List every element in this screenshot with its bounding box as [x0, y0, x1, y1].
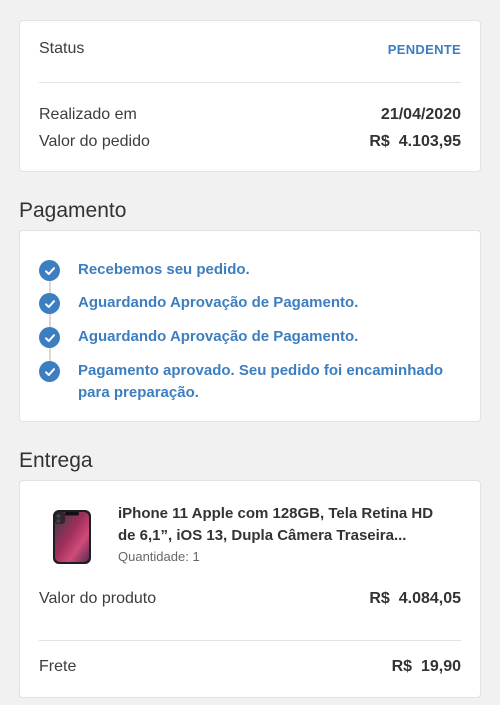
timeline-step-text: Aguardando Aprovação de Pagamento. [78, 294, 359, 311]
date-value: 21/04/2020 [380, 106, 461, 123]
payment-section-title: Pagamento [19, 199, 127, 222]
status-row: Status PENDENTE [39, 40, 461, 58]
date-label: Realizado em [39, 106, 137, 123]
delivery-card: iPhone 11 Apple com 128GB, Tela Retina H… [19, 480, 481, 698]
payment-timeline-card: Recebemos seu pedido. Aguardando Aprovaç… [19, 230, 481, 422]
timeline-step: Aguardando Aprovação de Pagamento. [39, 327, 461, 348]
order-value: R$ 4.103,95 [369, 133, 461, 150]
delivery-section-title: Entrega [19, 449, 93, 472]
date-row: Realizado em 21/04/2020 [39, 106, 461, 124]
timeline-step: Recebemos seu pedido. [39, 260, 461, 281]
timeline-step-text: Recebemos seu pedido. [78, 261, 250, 278]
timeline-step: Aguardando Aprovação de Pagamento. [39, 293, 461, 314]
product-info: iPhone 11 Apple com 128GB, Tela Retina H… [118, 503, 448, 565]
timeline-step-text: Aguardando Aprovação de Pagamento. [78, 328, 359, 345]
shipping-label: Frete [39, 658, 77, 675]
status-label: Status [39, 40, 85, 57]
shipping-value: R$ 19,90 [391, 658, 461, 675]
check-circle-icon [39, 361, 60, 382]
order-value-label: Valor do pedido [39, 133, 150, 150]
iphone-product-icon [52, 509, 92, 565]
order-value-row: Valor do pedido R$ 4.103,95 [39, 133, 461, 151]
status-badge: PENDENTE [387, 41, 461, 57]
timeline-step-text: Pagamento aprovado. Seu pedido foi encam… [78, 362, 444, 401]
timeline-step: Pagamento aprovado. Seu pedido foi encam… [39, 361, 461, 404]
product-value: R$ 4.084,05 [369, 590, 461, 607]
check-circle-icon [39, 293, 60, 314]
product-value-row: Valor do produto R$ 4.084,05 [39, 590, 461, 608]
check-circle-icon [39, 327, 60, 348]
product-name: iPhone 11 Apple com 128GB, Tela Retina H… [118, 505, 434, 544]
summary-divider [39, 82, 461, 83]
shipping-row: Frete R$ 19,90 [39, 658, 461, 676]
product-quantity: Quantidade: 1 [118, 549, 200, 564]
check-circle-icon [39, 260, 60, 281]
order-summary-card: Status PENDENTE Realizado em 21/04/2020 … [19, 20, 481, 172]
product-item[interactable]: iPhone 11 Apple com 128GB, Tela Retina H… [39, 503, 461, 565]
product-value-label: Valor do produto [39, 590, 157, 607]
delivery-divider [39, 640, 461, 641]
